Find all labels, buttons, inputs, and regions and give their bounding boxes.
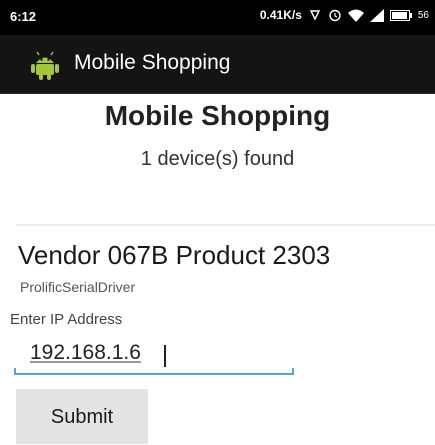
status-time: 6:12 [10,9,37,24]
status-icons: 0.41K/s 56 [260,8,429,22]
action-bar-title: Mobile Shopping [74,51,231,74]
device-driver: ProlificSerialDriver [20,279,136,295]
device-name: Vendor 067B Product 2303 [18,240,331,270]
sync-icon [308,8,322,22]
network-speed: 0.41K/s [259,8,302,22]
android-icon [28,50,62,80]
ip-address-value: 192.168.1.6 [30,341,141,364]
ip-address-field[interactable]: 192.168.1.6 [14,337,294,375]
signal-icon [369,8,384,22]
ip-address-label: Enter IP Address [10,311,123,328]
divider [16,224,435,226]
device-count: 1 device(s) found [140,148,295,170]
status-bar: 6:12 0.41K/s 56 [0,0,435,35]
alarm-icon [328,8,342,22]
field-corner-right [292,368,294,375]
wifi-icon [347,9,364,22]
battery-icon [389,9,412,21]
submit-button[interactable]: Submit [16,389,148,444]
page-title: Mobile Shopping [104,100,331,131]
text-cursor [164,345,166,367]
action-bar: Mobile Shopping [0,35,435,94]
field-corner-left [14,368,16,375]
battery-percent: 56 [417,9,429,21]
